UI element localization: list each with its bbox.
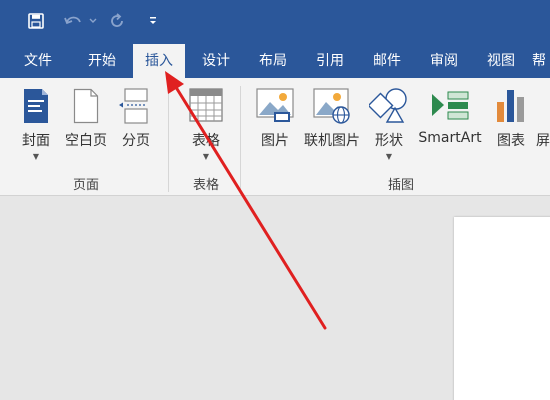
ribbon-insert: 封面 ▼ 空白页 分页 页面 表格 ▼ 表格 图片 联机图片 形状 ▼ Smar… — [0, 78, 550, 196]
chart-icon — [494, 88, 528, 128]
blank-page-label: 空白页 — [65, 133, 107, 149]
tab-mailings[interactable]: 邮件 — [361, 44, 413, 78]
cover-page-button[interactable]: 封面 ▼ — [14, 82, 58, 172]
tab-help[interactable]: 帮 — [532, 44, 550, 78]
tables-group-label: 表格 — [192, 178, 219, 193]
table-icon — [189, 88, 223, 126]
save-button[interactable] — [24, 8, 48, 34]
table-dropdown-icon: ▼ — [202, 152, 210, 161]
table-button[interactable]: 表格 ▼ — [178, 82, 234, 172]
blank-page-icon — [73, 88, 99, 128]
ribbon-tab-row: 文件 开始 插入 设计 布局 引用 邮件 审阅 视图 帮 — [0, 44, 550, 78]
pictures-label: 图片 — [261, 133, 289, 149]
shapes-label: 形状 — [375, 133, 403, 149]
cover-page-dropdown-icon: ▼ — [32, 152, 40, 161]
customize-qat-button[interactable] — [144, 8, 162, 34]
page-break-button[interactable]: 分页 — [114, 82, 158, 172]
redo-icon — [111, 13, 123, 27]
chart-label: 图表 — [497, 133, 525, 149]
pictures-icon — [256, 88, 294, 128]
blank-page-button[interactable]: 空白页 — [60, 82, 112, 172]
screenshot-label: 屏 — [536, 133, 550, 149]
redo-button[interactable] — [106, 8, 128, 34]
pages-group-label: 页面 — [72, 178, 99, 193]
tab-design[interactable]: 设计 — [190, 44, 242, 78]
document-page[interactable] — [454, 217, 550, 400]
smartart-icon — [430, 88, 470, 126]
tab-insert[interactable]: 插入 — [133, 44, 185, 78]
tab-layout[interactable]: 布局 — [247, 44, 299, 78]
group-separator — [168, 86, 169, 192]
smartart-label: SmartArt — [418, 130, 482, 146]
online-pictures-label: 联机图片 — [304, 133, 360, 149]
undo-button[interactable] — [62, 8, 100, 34]
page-break-label: 分页 — [122, 133, 150, 149]
title-bar — [0, 0, 550, 44]
shapes-dropdown-icon: ▼ — [385, 152, 393, 161]
smartart-button[interactable]: SmartArt — [414, 82, 486, 172]
pictures-button[interactable]: 图片 — [252, 82, 298, 172]
shapes-icon — [367, 88, 409, 128]
shapes-button[interactable]: 形状 ▼ — [366, 82, 412, 172]
online-pictures-button[interactable]: 联机图片 — [300, 82, 364, 172]
save-icon — [28, 13, 44, 29]
document-area[interactable] — [0, 196, 550, 400]
group-separator — [240, 86, 241, 192]
table-label: 表格 — [192, 133, 220, 149]
chart-button[interactable]: 图表 — [490, 82, 532, 172]
tab-references[interactable]: 引用 — [304, 44, 356, 78]
online-pictures-icon — [313, 88, 351, 128]
screenshot-button[interactable]: 屏 — [534, 82, 550, 172]
tab-file[interactable]: 文件 — [12, 44, 64, 78]
page-break-icon — [119, 88, 153, 128]
illustrations-group-label: 插图 — [387, 178, 414, 193]
cover-page-icon — [22, 88, 50, 128]
customize-qat-icon — [150, 17, 156, 24]
undo-icon — [64, 16, 97, 25]
tab-review[interactable]: 审阅 — [418, 44, 470, 78]
tab-view[interactable]: 视图 — [475, 44, 527, 78]
cover-page-label: 封面 — [22, 133, 50, 149]
tab-home[interactable]: 开始 — [76, 44, 128, 78]
